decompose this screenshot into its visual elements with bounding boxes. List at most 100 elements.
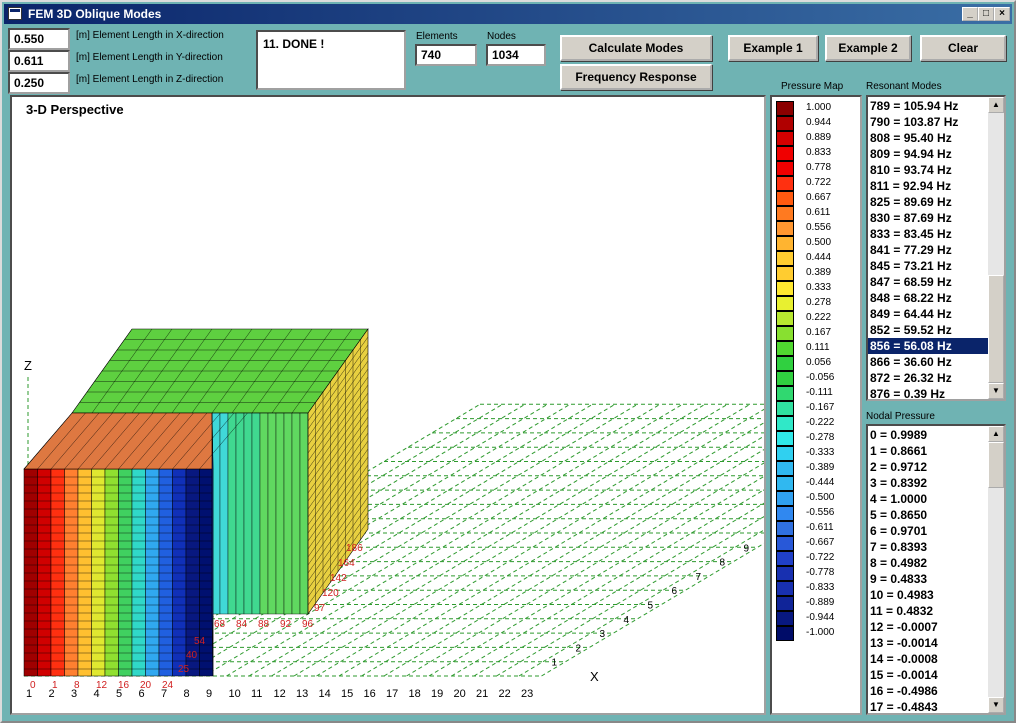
node-index-label: 97 [314,603,326,614]
nodal-list-item[interactable]: 3 = 0.8392 [868,475,988,491]
mode-list-item[interactable]: 810 = 93.74 Hz [868,162,988,178]
nodal-list-item[interactable]: 2 = 0.9712 [868,459,988,475]
mode-list-item[interactable]: 809 = 94.94 Hz [868,146,988,162]
legend-entry: 1.000 [776,101,860,116]
floor-grid-line [496,516,764,677]
y-length-input[interactable]: 0.611 [8,50,70,72]
mode-list-item[interactable]: 833 = 83.45 Hz [868,226,988,242]
node-index-label: 8 [74,680,80,691]
calculate-modes-button[interactable]: Calculate Modes [560,35,712,61]
scroll-up-icon[interactable]: ▲ [988,97,1004,113]
legend-swatch [776,146,794,161]
modes-scrollbar[interactable]: ▲ ▼ [988,97,1004,399]
legend-entry: 0.833 [776,146,860,161]
x-tick-label: 10 [229,688,241,700]
nodal-list-item[interactable]: 1 = 0.8661 [868,443,988,459]
nodal-list-item[interactable]: 9 = 0.4833 [868,571,988,587]
x-tick-label: 16 [364,688,376,700]
resonant-modes-list[interactable]: 789 = 105.94 Hz 790 = 103.87 Hz 808 = 95.4… [866,95,1006,401]
legend-entry: -0.500 [776,491,860,506]
nodal-list-item[interactable]: 11 = 0.4832 [868,603,988,619]
scroll-up-icon[interactable]: ▲ [988,426,1004,442]
mode-list-item[interactable]: 789 = 105.94 Hz [868,98,988,114]
floor-grid-line [406,462,764,677]
mode-list-item[interactable]: 845 = 73.21 Hz [868,258,988,274]
legend-entry: -0.778 [776,566,860,581]
nodal-list-item[interactable]: 17 = -0.4843 [868,699,988,713]
legend-swatch [776,386,794,401]
mesh-column [243,412,253,615]
scroll-down-icon[interactable]: ▼ [988,383,1004,399]
nodal-list-item[interactable]: 7 = 0.8393 [868,539,988,555]
legend-swatch [776,206,794,221]
mode-list-item[interactable]: 847 = 68.59 Hz [868,274,988,290]
mode-list-item[interactable]: 811 = 92.94 Hz [868,178,988,194]
legend-swatch [776,416,794,431]
example1-button[interactable]: Example 1 [728,35,818,61]
mode-list-item[interactable]: 856 = 56.08 Hz [868,338,988,354]
mode-list-item[interactable]: 872 = 26.32 Hz [868,370,988,386]
status-box: 11. DONE ! [256,30,406,90]
example2-button[interactable]: Example 2 [825,35,911,61]
nodal-list-item[interactable]: 15 = -0.0014 [868,667,988,683]
nodal-pressure-list[interactable]: 0 = 0.9989 1 = 0.8661 2 = 0.9712 3 = 0.8392… [866,424,1006,715]
x-tick-label: 12 [274,688,286,700]
mesh-column [275,412,285,615]
z-length-input[interactable]: 0.250 [8,72,70,94]
perspective-view[interactable]: 3-D Perspective Z X 1 2 3 4 5 6 7 8 9 10 11 12 13 14 15 1… [10,95,766,715]
nodal-list-item[interactable]: 0 = 0.9989 [868,427,988,443]
mode-list-item[interactable]: 849 = 64.44 Hz [868,306,988,322]
nodal-scroll-thumb[interactable] [988,442,1004,488]
nodal-list-item[interactable]: 14 = -0.0008 [868,651,988,667]
legend-swatch [776,431,794,446]
nodal-list-item[interactable]: 12 = -0.0007 [868,619,988,635]
mode-list-item[interactable]: 808 = 95.40 Hz [868,130,988,146]
frequency-response-button[interactable]: Frequency Response [560,64,712,90]
floor-grid-line [338,422,764,677]
clear-button[interactable]: Clear [920,35,1006,61]
legend-entry: 0.111 [776,341,860,356]
node-index-label: 142 [330,573,347,584]
mode-list-item[interactable]: 841 = 77.29 Hz [868,242,988,258]
mode-list-item[interactable]: 830 = 87.69 Hz [868,210,988,226]
legend-value: 0.056 [806,357,832,368]
mode-list-item[interactable]: 790 = 103.87 Hz [868,114,988,130]
mode-list-item[interactable]: 866 = 36.60 Hz [868,354,988,370]
legend-swatch [776,311,794,326]
node-index-label: 84 [236,619,248,630]
app-icon [8,7,22,20]
legend-swatch [776,491,794,506]
legend-entry: -0.611 [776,521,860,536]
nodal-list-item[interactable]: 13 = -0.0014 [868,635,988,651]
nodal-list-item[interactable]: 16 = -0.4986 [868,683,988,699]
y-length-label: [m] Element Length in Y-direction [76,52,223,63]
nodal-list-item[interactable]: 8 = 0.4982 [868,555,988,571]
nodal-list-item[interactable]: 6 = 0.9701 [868,523,988,539]
mesh-column [283,412,293,615]
modes-scroll-thumb[interactable] [988,275,1004,383]
legend-value: -0.722 [806,552,835,563]
mode-list-item[interactable]: 848 = 68.22 Hz [868,290,988,306]
legend-entry: 0.056 [776,356,860,371]
y-tick-label: 8 [720,558,726,569]
nodal-list-item[interactable]: 5 = 0.8650 [868,507,988,523]
maximize-button[interactable]: □ [978,7,994,21]
mode-list-item[interactable]: 852 = 59.52 Hz [868,322,988,338]
legend-value: -0.111 [806,387,833,398]
z-length-label: [m] Element Length in Z-direction [76,74,224,85]
mode-list-item[interactable]: 825 = 89.69 Hz [868,194,988,210]
legend-value: -0.889 [806,597,835,608]
x-length-input[interactable]: 0.550 [8,28,70,50]
legend-swatch [776,341,794,356]
legend-swatch [776,176,794,191]
legend-value: -0.056 [806,372,835,383]
legend-entry: -0.167 [776,401,860,416]
mode-list-item[interactable]: 876 = 0.39 Hz [868,386,988,399]
nodal-list-item[interactable]: 4 = 1.0000 [868,491,988,507]
nodal-scrollbar[interactable]: ▲ ▼ [988,426,1004,713]
close-button[interactable]: × [994,7,1010,21]
minimize-button[interactable]: _ [962,7,978,21]
scroll-down-icon[interactable]: ▼ [988,697,1004,713]
nodal-list-item[interactable]: 10 = 0.4983 [868,587,988,603]
legend-entry: 0.278 [776,296,860,311]
